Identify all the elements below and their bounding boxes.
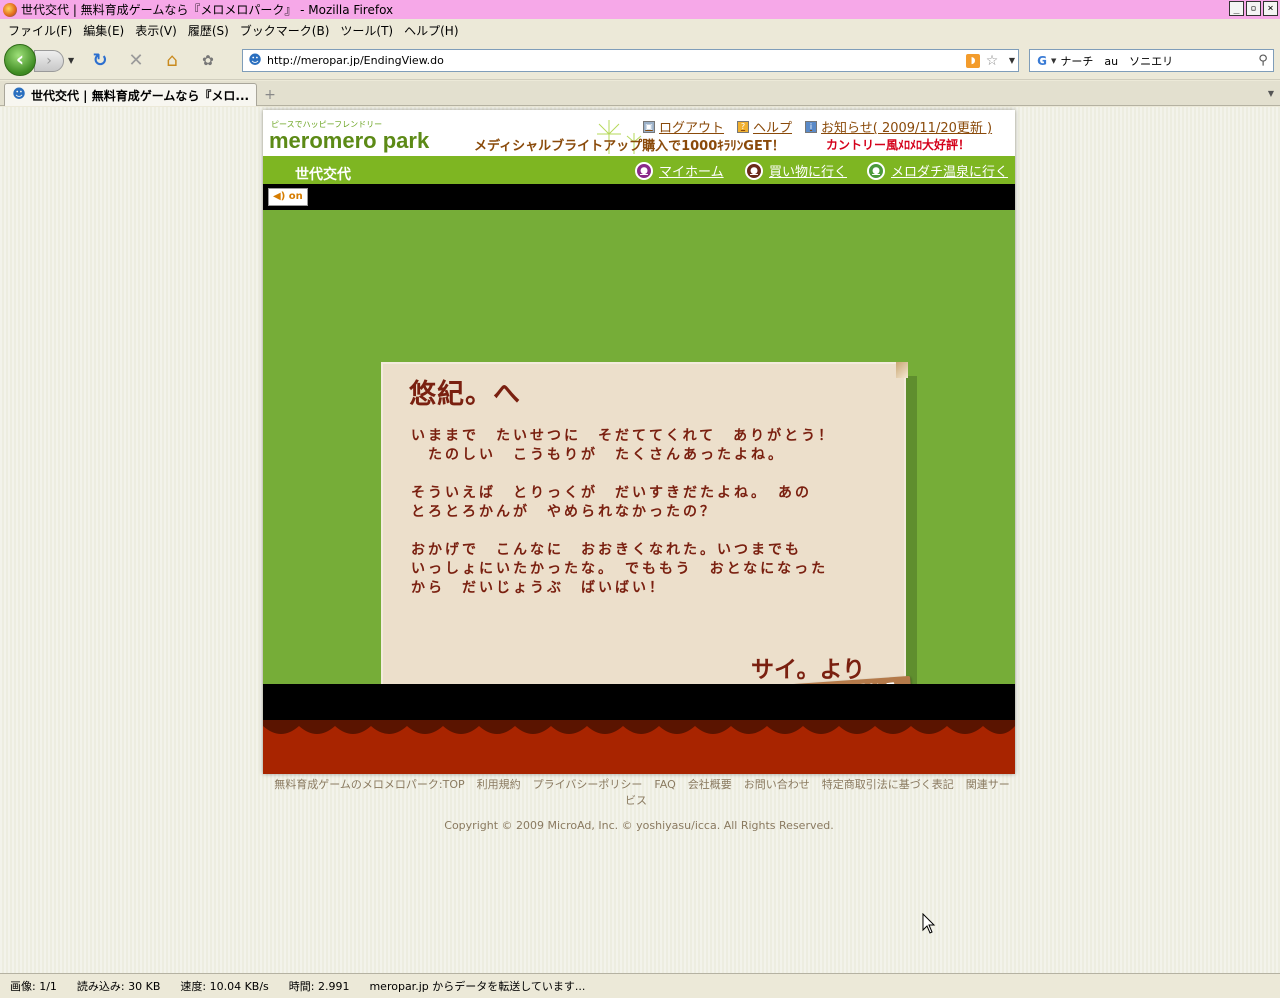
footer-link-tokutei[interactable]: 特定商取引法に基づく表記 — [822, 778, 954, 791]
firefox-icon — [3, 2, 17, 17]
url-text[interactable]: http://meropar.jp/EndingView.do — [267, 54, 966, 67]
menu-bar: ファイル(F) 編集(E) 表示(V) 履歴(S) ブックマーク(B) ツール(… — [0, 19, 1280, 41]
footer-links: 無料育成ゲームのメロメロパーク:TOP 利用規約 プライバシーポリシー FAQ 会社概要… — [263, 777, 1015, 809]
status-time: 時間: 2.991 — [288, 980, 350, 993]
new-tab-button[interactable]: + — [260, 86, 280, 104]
nav-onsen[interactable]: ● メロダチ温泉に行く — [867, 161, 1008, 180]
search-bar[interactable]: G ▼ ⚲ — [1029, 49, 1274, 72]
stop-icon[interactable]: ✕ — [126, 51, 146, 71]
footer-link-company[interactable]: 会社概要 — [688, 778, 732, 791]
nav-myhome[interactable]: ● マイホーム — [635, 161, 724, 180]
status-loaded: 読み込み: 30 KB — [76, 980, 161, 993]
tab-list-icon[interactable]: ▼ — [1264, 86, 1278, 102]
news-label: お知らせ( 2009/11/20更新 ) — [821, 121, 993, 136]
status-message: meropar.jp からデータを転送しています... — [369, 980, 586, 993]
sound-state: on — [288, 191, 303, 202]
reload-icon[interactable]: ↻ — [90, 51, 110, 71]
sound-toggle-button[interactable]: ◀) on — [268, 188, 308, 206]
site-favicon-icon: ☻ — [248, 52, 262, 68]
forward-button[interactable]: › — [34, 50, 64, 72]
curtain-scallop-icon — [263, 720, 1015, 734]
copyright: Copyright © 2009 MicroAd, Inc. © yoshiya… — [444, 819, 834, 832]
back-button[interactable]: ‹ — [4, 44, 36, 76]
shopping-icon: ● — [745, 161, 763, 180]
menu-tools[interactable]: ツール(T) — [336, 22, 400, 39]
letter-body: いままで たいせつに そだててくれて ありがとう！ たのしい こうもりが たくさ… — [411, 427, 835, 617]
logout-label: ログアウト — [659, 121, 725, 136]
myhome-icon: ● — [635, 161, 653, 180]
speaker-icon: ◀) — [273, 191, 286, 202]
site-header: ピースでハッピーフレンドリー meromero park メディシャルブライトア… — [263, 110, 1015, 156]
news-link[interactable]: i お知らせ( 2009/11/20更新 ) — [805, 117, 992, 136]
letter-paragraph: そういえば とりっくが だいすきだたよね。 あの とろとろかんが やめられなかっ… — [411, 485, 812, 520]
stage-top-bar: ◀) on — [263, 184, 1015, 210]
farewell-letter: 悠紀。へ いままで たいせつに そだててくれて ありがとう！ たのしい こうもり… — [381, 362, 912, 709]
letter-signature: サイ。より — [751, 657, 866, 683]
help-icon: ? — [737, 120, 749, 133]
menu-view[interactable]: 表示(V) — [131, 22, 184, 39]
promo-hot-text[interactable]: カントリー風ﾒﾛﾒﾛ大好評！ — [826, 136, 970, 153]
game-title: 世代交代 — [295, 167, 351, 183]
nav-myhome-label: マイホーム — [659, 165, 724, 180]
status-speed: 速度: 10.04 KB/s — [180, 980, 269, 993]
window-controls: _ ▫ × — [1229, 1, 1278, 16]
game-frame: ピースでハッピーフレンドリー meromero park メディシャルブライトア… — [263, 110, 1015, 774]
status-images: 画像: 1/1 — [10, 980, 57, 993]
nav-shopping-label: 買い物に行く — [769, 165, 848, 180]
minimize-button[interactable]: _ — [1229, 1, 1244, 16]
logout-link[interactable]: ▣ ログアウト — [643, 117, 724, 136]
home-icon[interactable]: ⌂ — [162, 51, 182, 71]
tab-favicon-icon: ☻ — [12, 87, 26, 102]
navigation-toolbar: › ‹ ▼ ↻ ✕ ⌂ ✿ ☻ http://meropar.jp/Ending… — [0, 41, 1280, 80]
window-title: 世代交代 | 無料育成ゲームなら『メロメロパーク』 - Mozilla Fire… — [21, 3, 394, 17]
site-logo[interactable]: meromero park — [269, 128, 429, 154]
menu-history[interactable]: 履歴(S) — [184, 22, 236, 39]
footer-link-privacy[interactable]: プライバシーポリシー — [533, 778, 643, 791]
menu-help[interactable]: ヘルプ(H) — [400, 22, 465, 39]
footer-link-top[interactable]: 無料育成ゲームのメロメロパーク:TOP — [274, 778, 464, 791]
title-bar: 世代交代 | 無料育成ゲームなら『メロメロパーク』 - Mozilla Fire… — [0, 0, 1280, 19]
letter-paragraph: おかげで こんなに おおきくなれた。いつまでも いっしょにいたかったな。 でもも… — [411, 542, 829, 596]
tab-label: 世代交代 | 無料育成ゲームなら『メロ... — [31, 88, 250, 103]
url-dropdown-icon[interactable]: ▼ — [1006, 56, 1018, 65]
engine-dropdown-icon[interactable]: ▼ — [1051, 57, 1056, 65]
menu-file[interactable]: ファイル(F) — [4, 22, 79, 39]
promo-text[interactable]: メディシャルブライトアップ購入で1000ｷﾗﾘﾝGET！ — [474, 135, 785, 154]
nav-shopping[interactable]: ● 買い物に行く — [745, 161, 847, 180]
maximize-button[interactable]: ▫ — [1246, 1, 1261, 16]
stage-bottom-bar — [263, 684, 1015, 720]
page-curl-decoration — [896, 362, 908, 378]
addon-icon[interactable]: ✿ — [198, 51, 218, 71]
footer-link-terms[interactable]: 利用規約 — [477, 778, 521, 791]
rss-feed-icon[interactable]: ◗ — [966, 53, 980, 68]
menu-edit[interactable]: 編集(E) — [79, 22, 131, 39]
history-dropdown-icon[interactable]: ▼ — [68, 56, 74, 65]
mouse-cursor-icon — [922, 913, 936, 934]
help-label: ヘルプ — [753, 121, 793, 136]
curtain-decoration — [263, 720, 1015, 774]
menu-bookmarks[interactable]: ブックマーク(B) — [236, 22, 337, 39]
footer-link-contact[interactable]: お問い合わせ — [744, 778, 810, 791]
site-nav: 世代交代 ● マイホーム ● 買い物に行く ● メロダチ温泉に行く — [263, 156, 1015, 184]
url-bar[interactable]: ☻ http://meropar.jp/EndingView.do ◗ ☆ ▼ — [242, 49, 1019, 72]
search-engine-icon[interactable]: G — [1034, 53, 1050, 69]
letter-title: 悠紀。へ — [409, 379, 521, 410]
info-icon: i — [805, 120, 817, 133]
back-forward-group: › ‹ ▼ — [4, 44, 80, 76]
letter-paragraph: いままで たいせつに そだててくれて ありがとう！ たのしい こうもりが たくさ… — [411, 428, 836, 463]
tab-bar: ☻ 世代交代 | 無料育成ゲームなら『メロ... + ▼ — [0, 81, 1280, 106]
search-input[interactable] — [1060, 54, 1253, 67]
bookmark-star-icon[interactable]: ☆ — [984, 53, 1000, 69]
status-bar: 画像: 1/1 読み込み: 30 KB 速度: 10.04 KB/s 時間: 2… — [0, 973, 1280, 998]
search-icon[interactable]: ⚲ — [1253, 53, 1273, 68]
footer-link-faq[interactable]: FAQ — [654, 778, 675, 791]
onsen-icon: ● — [867, 161, 885, 180]
nav-onsen-label: メロダチ温泉に行く — [891, 165, 1009, 180]
game-stage: 悠紀。へ いままで たいせつに そだててくれて ありがとう！ たのしい こうもり… — [263, 210, 1015, 714]
logout-icon: ▣ — [643, 120, 655, 133]
help-link[interactable]: ? ヘルプ — [737, 117, 792, 136]
page-content: ピースでハッピーフレンドリー meromero park メディシャルブライトア… — [0, 107, 1280, 973]
close-button[interactable]: × — [1263, 1, 1278, 16]
tab-current[interactable]: ☻ 世代交代 | 無料育成ゲームなら『メロ... — [4, 83, 257, 106]
